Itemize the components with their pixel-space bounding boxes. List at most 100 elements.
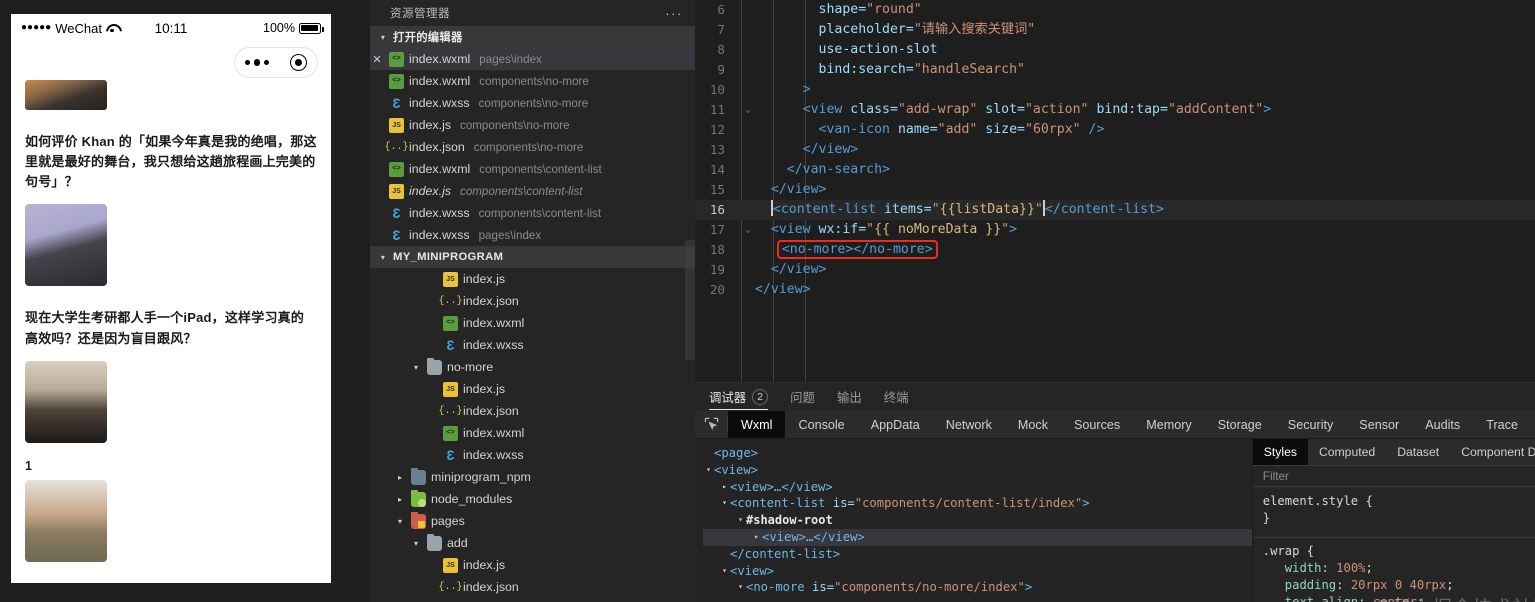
explorer-scrollbar[interactable] [685,240,695,360]
chevron-right-icon[interactable]: ▸ [394,473,406,482]
devtools-tab-问题[interactable]: 问题 [790,383,815,411]
chevron-down-icon[interactable]: ▾ [377,253,389,262]
open-editor-row[interactable]: index.wxss components\no-more [370,92,695,114]
wechat-capsule-button[interactable] [234,47,318,78]
code-line[interactable]: 12 <van-icon name="add" size="60rpx" /> [695,120,1535,140]
file-tree-row[interactable]: ▾ no-more [370,356,695,378]
file-tree-row[interactable]: ▸ node_modules [370,488,695,510]
code-line[interactable]: 15 </view> [695,180,1535,200]
explorer-more-icon[interactable]: ··· [665,6,683,21]
more-dots-icon[interactable] [245,59,269,66]
file-tree-row[interactable]: index.json [370,290,695,312]
devtools-tab-调试器[interactable]: 调试器 2 [709,383,769,411]
open-editor-row[interactable]: index.json components\no-more [370,136,695,158]
code-line[interactable]: 7 placeholder="请输入搜索关键词" [695,20,1535,40]
file-tree-row[interactable]: ▸ miniprogram_npm [370,466,695,488]
open-editor-row[interactable]: index.wxss components\content-list [370,202,695,224]
file-tree-row[interactable]: index.js [370,554,695,576]
file-tree-row[interactable]: ▾ add [370,532,695,554]
section-open-editors[interactable]: ▾ 打开的编辑器 [370,26,695,48]
element-picker-icon[interactable] [695,411,727,438]
fold-toggle[interactable]: ⌄ [741,100,755,120]
code-line[interactable]: 8 use-action-slot [695,40,1535,60]
file-tree-row[interactable]: index.js [370,268,695,290]
content-feed[interactable]: 如何评价 Khan 的「如果今年真是我的绝唱，那这里就是最好的舞台，我只想给这趟… [11,80,331,583]
close-icon[interactable]: ✕ [370,53,384,66]
file-tree-row[interactable]: index.json [370,400,695,422]
devtools-subtab-security[interactable]: Security [1275,411,1347,438]
chevron-down-icon[interactable]: ▾ [410,363,422,372]
wxml-node-selected[interactable]: ▸ <view>…</view> [703,528,1252,546]
wxml-node[interactable]: ▾ #shadow-root [703,512,1252,529]
styles-tab-component-data[interactable]: Component Data [1450,439,1535,465]
code-line[interactable]: 19 </view> [695,260,1535,280]
code-line[interactable]: 9 bind:search="handleSearch" [695,60,1535,80]
phone-screen[interactable]: ●●●●● WeChat 10:11 100% 如何评价 Khan 的「如果今年… [11,14,331,583]
wxml-node[interactable]: </content-list> [703,546,1252,563]
open-editor-row[interactable]: index.wxml components\no-more [370,70,695,92]
post-thumbnail[interactable] [25,479,107,562]
devtools-subtab-wxml[interactable]: Wxml [728,411,786,438]
chevron-down-icon[interactable]: ▾ [377,33,389,42]
wxml-node[interactable]: ▾ <content-list is= "components/content-li… [703,495,1252,512]
post-title[interactable]: 如何评价 Khan 的「如果今年真是我的绝唱，那这里就是最好的舞台，我只想给这趟… [25,132,317,192]
css-rule-block[interactable]: .wrap { width: 100%; padding: 20rpx 0 40… [1252,537,1535,602]
code-line[interactable]: 14 </van-search> [695,160,1535,180]
open-editor-row[interactable]: index.js components\content-list [370,180,695,202]
post-thumbnail[interactable] [25,204,107,287]
post-title[interactable]: 现在大学生考研都人手一个iPad，这样学习真的高效吗？还是因为盲目跟风？ [25,308,317,348]
devtools-subtab-console[interactable]: Console [785,411,857,438]
chevron-down-icon[interactable]: ▾ [410,539,422,548]
styles-tab-dataset[interactable]: Dataset [1386,439,1450,465]
file-tree-row[interactable]: index.wxss [370,334,695,356]
file-tree-row[interactable]: index.json [370,576,695,598]
file-tree-row[interactable]: ▾ pages [370,510,695,532]
code-line[interactable]: 16 <content-list items="{{listData}}" </c… [695,200,1535,220]
code-line[interactable]: 20 </view> [695,280,1535,300]
code-line[interactable]: 17 ⌄ <view wx:if="{{ noMoreData }}"> [695,220,1535,240]
file-tree-row[interactable]: index.wxml [370,422,695,444]
devtools-tab-终端[interactable]: 终端 [884,383,909,411]
open-editor-row[interactable]: index.wxss pages\index [370,224,695,246]
wxml-node[interactable]: <page> [703,445,1252,462]
wxml-node[interactable]: ▾ <view> [703,462,1252,479]
code-line[interactable]: 10 > [695,80,1535,100]
chevron-right-icon[interactable]: ▸ [394,495,406,504]
code-line[interactable]: 11 ⌄ <view class="add-wrap" slot="action… [695,100,1535,120]
file-tree-row[interactable]: index.wxml [370,312,695,334]
wxml-node[interactable]: ▾ <view> [703,563,1252,580]
devtools-subtab-audits[interactable]: Audits [1412,411,1473,438]
wxml-node[interactable]: ▾ <no-more is= "components/no-more/index" > [703,579,1252,596]
devtools-subtab-storage[interactable]: Storage [1205,411,1275,438]
file-tree-row[interactable]: index.wxml [370,598,695,602]
wxml-node[interactable]: ▸ <view>…</view> [703,479,1252,496]
element-style-block[interactable]: element.style { } [1253,487,1535,533]
devtools-subtab-mock[interactable]: Mock [1005,411,1061,438]
code-editor[interactable]: 6 shape="round" 7 placeholder="请输入搜索关键词"… [695,0,1535,382]
target-circle-icon[interactable] [289,54,307,71]
file-tree-row[interactable]: index.wxss [370,444,695,466]
open-editor-row[interactable]: index.js components\no-more [370,114,695,136]
devtools-tab-输出[interactable]: 输出 [837,383,862,411]
open-editor-row[interactable]: index.wxml components\content-list [370,158,695,180]
section-project[interactable]: ▾ MY_MINIPROGRAM [370,246,695,268]
devtools-subtab-sources[interactable]: Sources [1061,411,1133,438]
code-line[interactable]: 18 <no-more></no-more> [695,240,1535,260]
fold-toggle[interactable]: ⌄ [741,220,755,240]
subtabs-overflow-icon[interactable]: » [1531,411,1535,438]
devtools-subtab-sensor[interactable]: Sensor [1346,411,1412,438]
devtools-subtab-trace[interactable]: Trace [1473,411,1531,438]
file-tree-row[interactable]: index.js [370,378,695,400]
open-editor-row[interactable]: ✕ index.wxml pages\index [370,48,695,70]
styles-tab-computed[interactable]: Computed [1308,439,1386,465]
post-thumbnail[interactable] [25,360,107,443]
wxml-tree[interactable]: <page> ▾ <view> ▸ <view>…</view> ▾ <content… [695,439,1252,602]
devtools-subtab-network[interactable]: Network [933,411,1005,438]
devtools-subtab-appdata[interactable]: AppData [858,411,933,438]
post-title[interactable]: 1 [25,459,317,473]
code-line[interactable]: 13 </view> [695,140,1535,160]
styles-tab-styles[interactable]: Styles [1252,439,1308,465]
chevron-down-icon[interactable]: ▾ [394,517,406,526]
styles-filter-input[interactable]: Filter [1252,465,1535,487]
devtools-subtab-memory[interactable]: Memory [1133,411,1204,438]
